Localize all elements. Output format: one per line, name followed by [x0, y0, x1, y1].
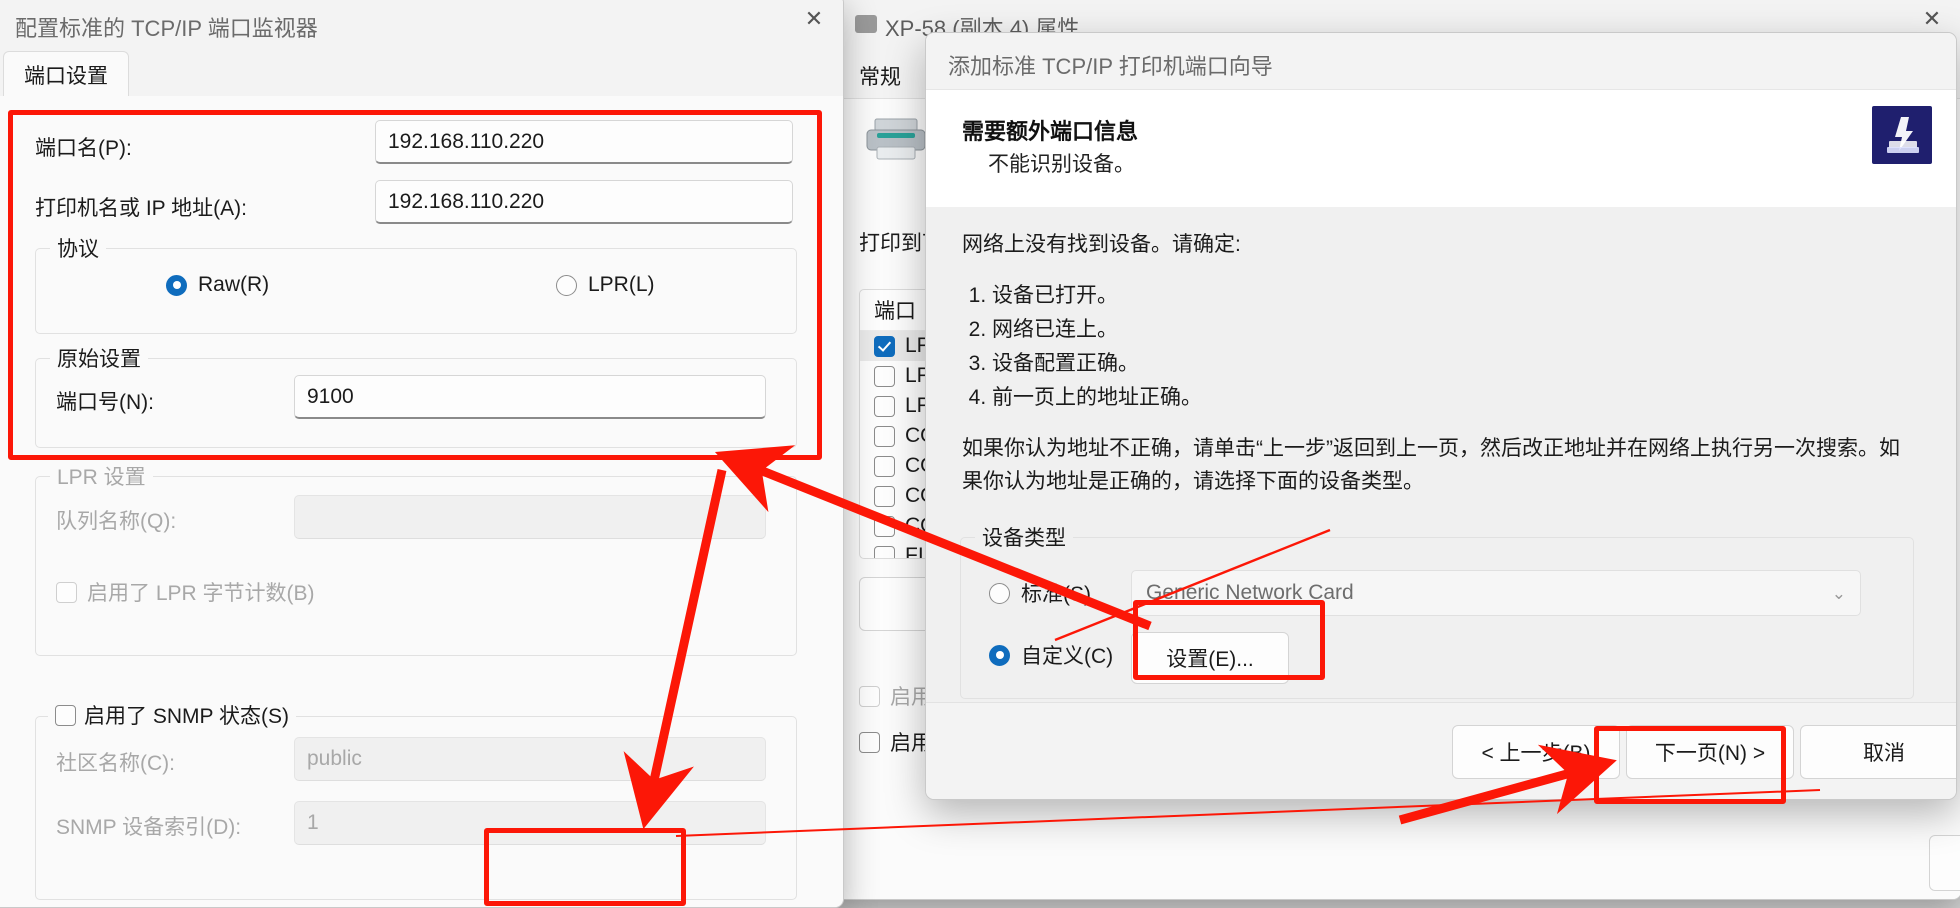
- printer-icon: [855, 15, 877, 33]
- custom-radio[interactable]: [989, 644, 1010, 666]
- port-checkbox[interactable]: [874, 365, 895, 387]
- wizard-checklist: 设备已打开。 网络已连上。 设备配置正确。 前一页上的地址正确。: [962, 279, 1202, 415]
- raw-label: Raw(R): [198, 273, 270, 296]
- port-monitor-titlebar: 配置标准的 TCP/IP 端口监视器 ✕: [0, 0, 843, 53]
- queue-name-label: 队列名称(Q):: [56, 510, 177, 533]
- standard-label: 标准(S): [1021, 583, 1091, 606]
- device-type-group-label: 设备类型: [975, 522, 1073, 552]
- port-name-label: 端口名(P):: [35, 137, 132, 160]
- enable-bidi-checkbox[interactable]: [859, 685, 880, 707]
- port-checkbox[interactable]: [874, 485, 895, 507]
- port-monitor-window: 配置标准的 TCP/IP 端口监视器 ✕ 端口设置 端口名(P): 192.16…: [0, 0, 844, 908]
- host-label: 打印机名或 IP 地址(A):: [35, 197, 247, 220]
- community-name-input[interactable]: public: [294, 737, 766, 781]
- raw-radio[interactable]: [166, 274, 187, 296]
- port-checkbox[interactable]: [874, 335, 895, 357]
- tab-general[interactable]: 常规: [843, 54, 917, 98]
- wizard-next-button[interactable]: 下一页(N) >: [1626, 725, 1794, 779]
- snmp-enable-checkbox[interactable]: [55, 704, 76, 726]
- checklist-item: 设备配置正确。: [992, 347, 1202, 381]
- printer-wizard-icon: [1872, 106, 1932, 164]
- device-type-select[interactable]: Generic Network Card ⌄: [1131, 570, 1861, 616]
- wizard-body: 网络上没有找到设备。请确定: 设备已打开。 网络已连上。 设备配置正确。 前一页…: [926, 207, 1956, 703]
- custom-label: 自定义(C): [1021, 645, 1114, 668]
- host-input[interactable]: 192.168.110.220: [375, 180, 793, 224]
- custom-radio-row[interactable]: 自定义(C): [989, 640, 1113, 670]
- wizard-subheading: 不能识别设备。: [988, 153, 1135, 176]
- device-type-value: Generic Network Card: [1146, 581, 1354, 604]
- standard-radio-row[interactable]: 标准(S): [989, 578, 1091, 608]
- wizard-heading: 需要额外端口信息: [962, 119, 1139, 144]
- protocol-group-label: 协议: [50, 233, 106, 263]
- port-checkbox[interactable]: [874, 455, 895, 477]
- raw-radio-row[interactable]: Raw(R): [166, 273, 269, 297]
- enable-pool-checkbox[interactable]: [859, 731, 880, 753]
- lpr-bytecount-checkbox[interactable]: [56, 581, 77, 603]
- port-checkbox[interactable]: [874, 515, 895, 537]
- port-name-input[interactable]: 192.168.110.220: [375, 120, 793, 164]
- snmp-enable-row[interactable]: 启用了 SNMP 状态(S): [48, 700, 296, 730]
- port-checkbox[interactable]: [874, 425, 895, 447]
- snmp-enable-label: 启用了 SNMP 状态(S): [84, 705, 289, 728]
- snmp-index-input[interactable]: 1: [294, 801, 766, 845]
- port-monitor-title: 配置标准的 TCP/IP 端口监视器: [15, 16, 318, 41]
- wizard-intro: 网络上没有找到设备。请确定:: [962, 233, 1241, 256]
- raw-settings-group: 原始设置 端口号(N): 9100: [35, 343, 797, 448]
- wizard-header: 需要额外端口信息 不能识别设备。: [926, 89, 1956, 208]
- checklist-item: 设备已打开。: [992, 279, 1202, 313]
- printer-device-icon: [866, 118, 926, 160]
- close-icon[interactable]: ✕: [785, 0, 843, 43]
- port-settings-pane: 端口名(P): 192.168.110.220 打印机名或 IP 地址(A): …: [0, 96, 843, 907]
- lpr-settings-group-label: LPR 设置: [50, 461, 153, 491]
- wizard-footer: < 上一步(B) 下一页(N) > 取消: [926, 702, 1956, 799]
- wizard-title: 添加标准 TCP/IP 打印机端口向导: [948, 54, 1273, 79]
- chevron-down-icon[interactable]: ⌄: [1832, 584, 1846, 604]
- raw-settings-group-label: 原始设置: [50, 343, 148, 373]
- wizard-titlebar: 添加标准 TCP/IP 打印机端口向导: [926, 33, 1956, 91]
- checklist-item: 前一页上的地址正确。: [992, 381, 1202, 415]
- device-type-group: 设备类型 标准(S) Generic Network Card ⌄ 自定义(C)…: [960, 522, 1914, 699]
- wizard-back-button[interactable]: < 上一步(B): [1452, 725, 1620, 779]
- port-number-input[interactable]: 9100: [294, 375, 766, 419]
- lpr-settings-group: LPR 设置 队列名称(Q): 启用了 LPR 字节计数(B): [35, 461, 797, 656]
- tab-port-settings[interactable]: 端口设置: [3, 51, 129, 98]
- lpr-label: LPR(L): [588, 273, 655, 296]
- community-name-label: 社区名称(C):: [56, 752, 175, 775]
- lpr-bytecount-label: 启用了 LPR 字节计数(B): [87, 582, 315, 605]
- snmp-index-label: SNMP 设备索引(D):: [56, 816, 242, 839]
- lpr-radio[interactable]: [556, 274, 577, 296]
- lpr-radio-row[interactable]: LPR(L): [556, 273, 655, 297]
- snmp-group: 启用了 SNMP 状态(S) 社区名称(C): public SNMP 设备索引…: [35, 700, 797, 900]
- port-checkbox[interactable]: [874, 395, 895, 417]
- port-checkbox[interactable]: [874, 545, 895, 558]
- lpr-bytecount-row[interactable]: 启用了 LPR 字节计数(B): [56, 577, 315, 607]
- protocol-group: 协议 Raw(R) LPR(L): [35, 233, 797, 334]
- properties-ok-button[interactable]: 确定: [1929, 835, 1960, 891]
- port-monitor-tabstrip: 端口设置: [0, 51, 843, 98]
- tcpip-port-wizard-window: 添加标准 TCP/IP 打印机端口向导 需要额外端口信息 不能识别设备。 网络上…: [925, 32, 1957, 800]
- wizard-paragraph: 如果你认为地址不正确，请单击“上一步”返回到上一页，然后改正地址并在网络上执行另…: [962, 437, 1900, 493]
- wizard-cancel-button[interactable]: 取消: [1800, 725, 1956, 779]
- checklist-item: 网络已连上。: [992, 313, 1202, 347]
- queue-name-input[interactable]: [294, 495, 766, 539]
- standard-radio[interactable]: [989, 582, 1010, 604]
- port-number-label: 端口号(N):: [56, 391, 154, 414]
- settings-button[interactable]: 设置(E)...: [1131, 632, 1289, 684]
